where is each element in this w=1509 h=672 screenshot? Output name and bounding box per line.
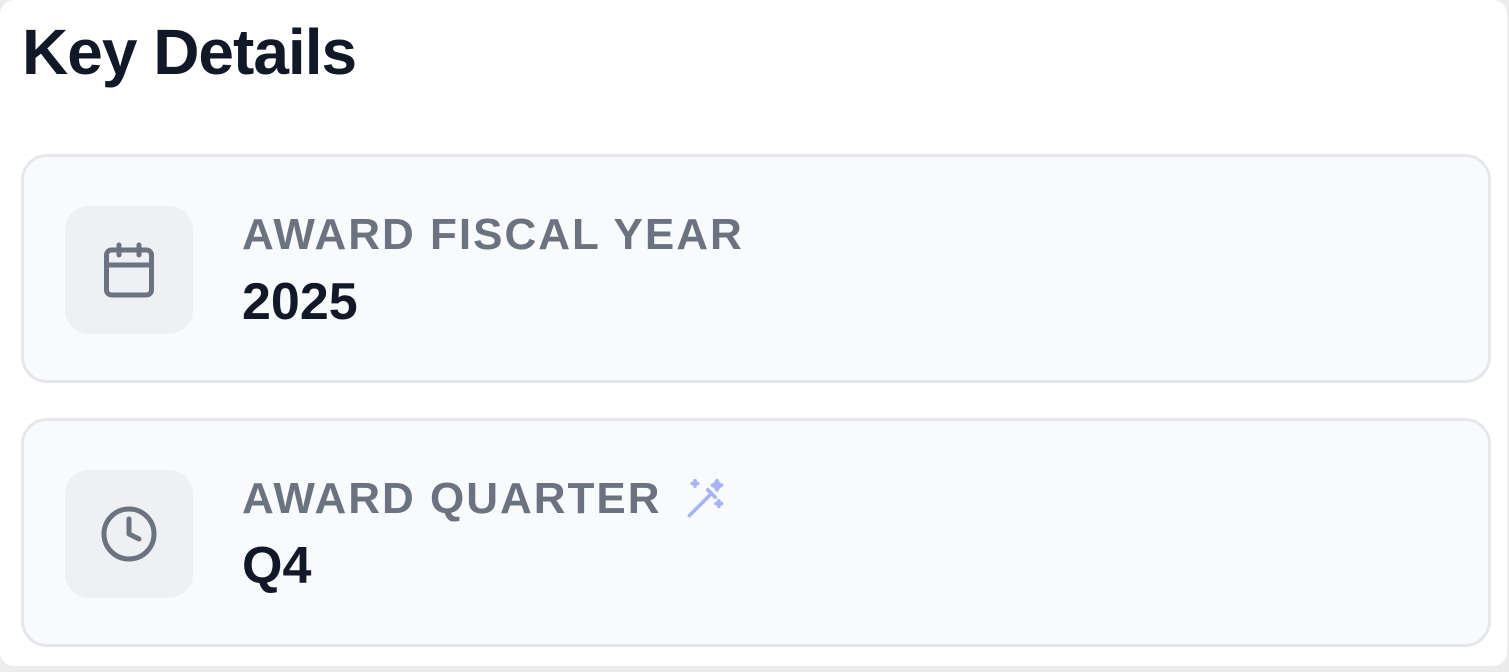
key-details-panel: Key Details AWARD FISCAL YEAR 2025 AWARD… [0, 0, 1507, 666]
calendar-icon [65, 206, 193, 334]
detail-label-row: AWARD QUARTER [242, 471, 728, 527]
magic-wand-icon[interactable] [684, 477, 728, 521]
section-title: Key Details [22, 16, 357, 88]
detail-value: 2025 [242, 273, 358, 331]
detail-value: Q4 [242, 537, 312, 595]
detail-label-row: AWARD FISCAL YEAR [242, 207, 744, 263]
detail-label: AWARD QUARTER [242, 474, 662, 523]
detail-label: AWARD FISCAL YEAR [242, 210, 744, 259]
detail-card-quarter: AWARD QUARTER Q4 [21, 418, 1491, 647]
clock-icon [65, 470, 193, 598]
detail-card-fiscal-year: AWARD FISCAL YEAR 2025 [21, 154, 1491, 383]
